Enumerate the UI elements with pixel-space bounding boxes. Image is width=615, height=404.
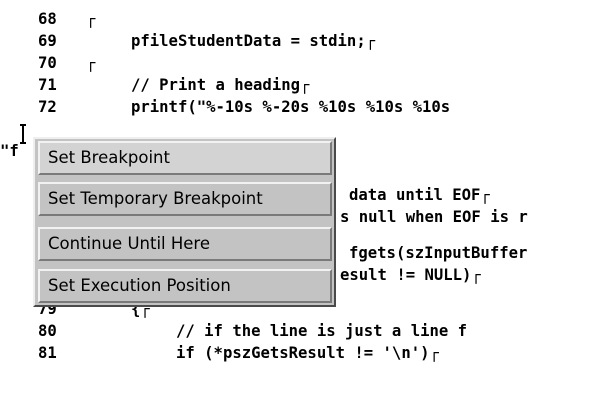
line-number: 81	[38, 344, 57, 362]
code-text-fragment: "f	[0, 142, 19, 160]
code-text: esult != NULL)┌	[340, 266, 481, 284]
code-line[interactable]: s null when EOF is r	[0, 206, 528, 228]
code-line[interactable]: 68 ┌	[0, 8, 95, 30]
code-line[interactable]: fgets(szInputBuffer	[0, 242, 527, 264]
code-line[interactable]: 81 if (*pszGetsResult != '\n')┌	[0, 342, 439, 364]
code-text: pfileStudentData = stdin;┌	[131, 32, 376, 50]
context-menu: Set Breakpoint Set Temporary Breakpoint …	[33, 137, 336, 307]
code-line[interactable]: 71 // Print a heading┌	[0, 74, 309, 96]
code-text: ┌	[86, 54, 96, 72]
code-line[interactable]: 69 pfileStudentData = stdin;┌	[0, 30, 375, 52]
set-execution-position-menu-item[interactable]: Set Execution Position	[38, 269, 332, 303]
line-number: 69	[38, 32, 57, 50]
code-line[interactable]: 80 // if the line is just a line f	[0, 320, 467, 342]
continue-until-here-menu-item[interactable]: Continue Until Here	[38, 227, 332, 261]
code-text: ┌	[86, 10, 96, 28]
code-line-partial: {	[0, 366, 38, 378]
line-number: 68	[38, 10, 57, 28]
code-text: // if the line is just a line f	[176, 322, 468, 340]
set-temporary-breakpoint-menu-item[interactable]: Set Temporary Breakpoint	[38, 182, 332, 216]
code-text: data until EOF┌	[349, 186, 490, 204]
code-line[interactable]: data until EOF┌	[0, 184, 490, 206]
code-text: printf("%-10s %-20s %10s %10s %10s	[131, 98, 451, 116]
code-line[interactable]: 72 printf("%-10s %-20s %10s %10s %10s	[0, 96, 450, 118]
code-text: if (*pszGetsResult != '\n')┌	[176, 344, 439, 362]
set-breakpoint-menu-item[interactable]: Set Breakpoint	[38, 141, 332, 175]
code-line[interactable]: 79 {┌	[0, 298, 150, 320]
code-text: s null when EOF is r	[340, 208, 528, 226]
code-line[interactable]: "f	[0, 140, 38, 162]
line-number: 71	[38, 76, 57, 94]
code-text: fgets(szInputBuffer	[349, 244, 528, 262]
line-number: 72	[38, 98, 57, 116]
code-line[interactable]: esult != NULL)┌	[0, 264, 481, 286]
code-text: // Print a heading┌	[131, 76, 310, 94]
line-number: 70	[38, 54, 57, 72]
code-line[interactable]: 70 ┌	[0, 52, 95, 74]
line-number: 80	[38, 322, 57, 340]
